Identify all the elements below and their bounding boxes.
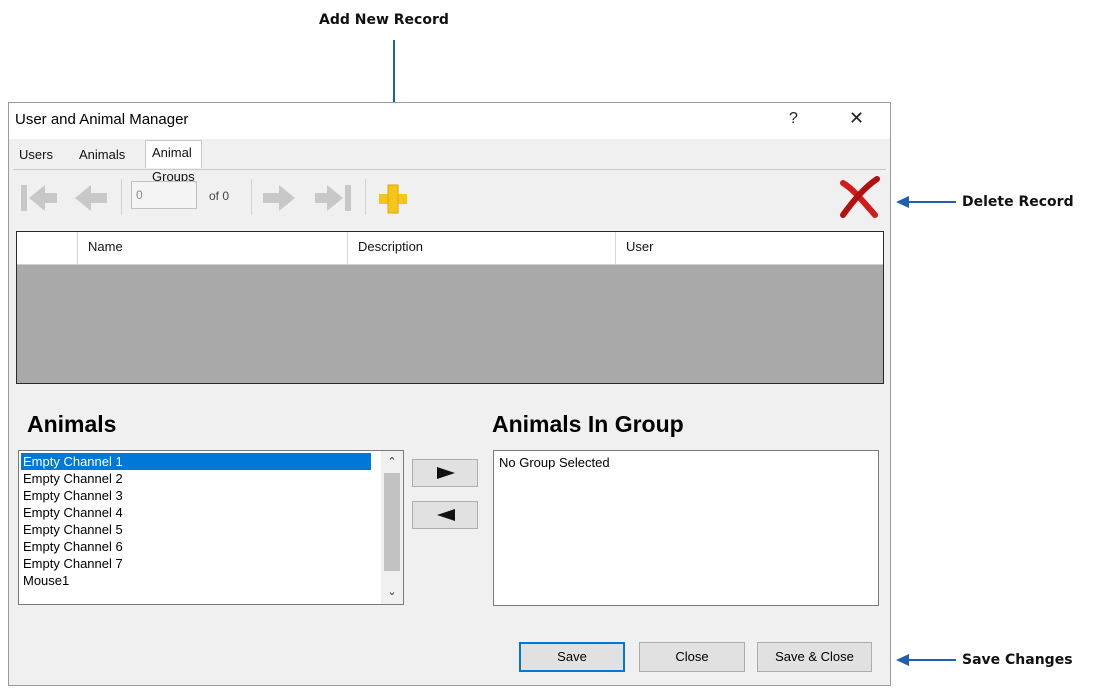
user-animal-manager-window: User and Animal Manager ? ✕ Users Animal… <box>8 102 891 686</box>
scroll-thumb[interactable] <box>384 473 400 571</box>
window-close-button[interactable]: ✕ <box>849 108 864 129</box>
toolbar-separator <box>365 179 366 215</box>
grid-column-name[interactable]: Name <box>77 232 347 264</box>
list-item[interactable]: Empty Channel 2 <box>21 470 123 487</box>
prev-record-icon[interactable] <box>73 181 109 215</box>
callout-arrow-icon <box>896 654 956 666</box>
callout-save-changes: Save Changes <box>962 652 1073 668</box>
animals-listbox[interactable]: Empty Channel 1 Empty Channel 2 Empty Ch… <box>18 450 404 605</box>
scroll-down-icon[interactable]: ⌄ <box>381 585 403 598</box>
arrow-left-icon <box>437 509 455 521</box>
remove-from-group-button[interactable] <box>412 501 478 529</box>
grid-row-header <box>17 232 77 264</box>
list-item[interactable]: Empty Channel 7 <box>21 555 123 572</box>
record-count-label: of 0 <box>209 189 230 203</box>
next-record-icon[interactable] <box>261 181 297 215</box>
grid-column-description[interactable]: Description <box>347 232 615 264</box>
tab-users[interactable]: Users <box>13 144 59 166</box>
callout-arrow-icon <box>896 196 956 208</box>
save-and-close-button[interactable]: Save & Close <box>757 642 872 672</box>
tab-animal-groups[interactable]: Animal Groups <box>145 140 202 184</box>
list-item[interactable]: Empty Channel 4 <box>21 504 123 521</box>
grid-column-user[interactable]: User <box>615 232 883 264</box>
title-bar: User and Animal Manager ? ✕ <box>9 103 890 139</box>
grid-header-row: Name Description User <box>17 232 883 265</box>
help-button[interactable]: ? <box>789 110 798 128</box>
list-item[interactable]: Mouse1 <box>21 572 69 589</box>
close-button[interactable]: Close <box>639 642 745 672</box>
window-title: User and Animal Manager <box>15 111 189 128</box>
list-item[interactable]: Empty Channel 1 <box>21 453 371 470</box>
callout-add-new-record: Add New Record <box>319 12 449 28</box>
record-navigation-toolbar: of 0 <box>9 173 890 225</box>
toolbar-separator <box>251 179 252 215</box>
no-group-selected-text: No Group Selected <box>499 455 610 470</box>
first-record-icon[interactable] <box>19 181 59 215</box>
add-to-group-button[interactable] <box>412 459 478 487</box>
list-item[interactable]: Empty Channel 3 <box>21 487 123 504</box>
record-position-input[interactable] <box>131 181 197 209</box>
tab-divider <box>13 169 886 170</box>
toolbar-separator <box>121 179 122 215</box>
save-button[interactable]: Save <box>519 642 625 672</box>
animals-scrollbar[interactable]: ⌃ ⌄ <box>381 451 403 604</box>
arrow-right-icon <box>437 467 455 479</box>
delete-record-icon[interactable] <box>837 175 881 219</box>
list-item[interactable]: Empty Channel 6 <box>21 538 123 555</box>
scroll-up-icon[interactable]: ⌃ <box>381 455 403 468</box>
list-item[interactable]: Empty Channel 5 <box>21 521 123 538</box>
animals-heading: Animals <box>27 411 117 437</box>
add-record-icon[interactable] <box>375 183 411 215</box>
last-record-icon[interactable] <box>313 181 353 215</box>
tab-animals[interactable]: Animals <box>73 144 131 166</box>
animals-in-group-heading: Animals In Group <box>492 411 684 437</box>
groups-data-grid[interactable]: Name Description User <box>16 231 884 384</box>
animals-in-group-listbox[interactable]: No Group Selected <box>493 450 879 606</box>
callout-delete-record: Delete Record <box>962 194 1074 210</box>
